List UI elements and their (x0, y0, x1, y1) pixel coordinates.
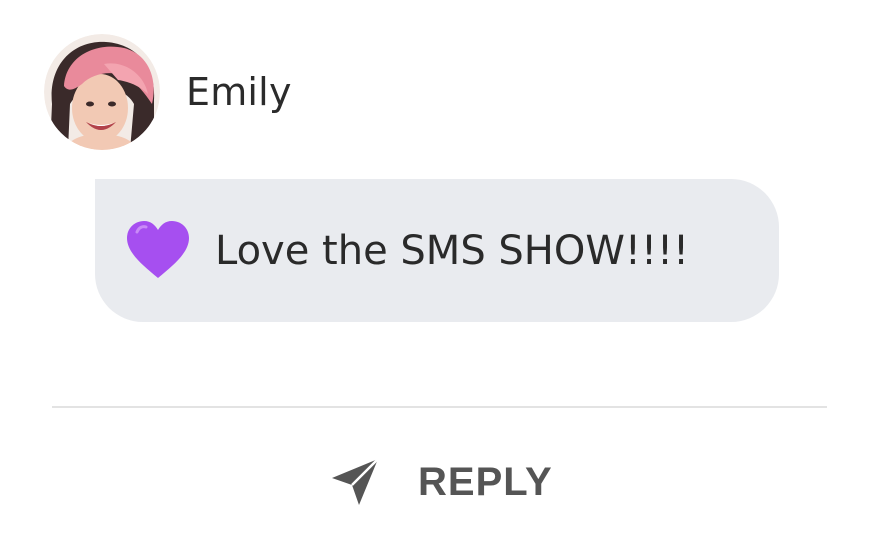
send-arrow-icon (332, 458, 379, 505)
message-bubble: Love the SMS SHOW!!!! (95, 179, 779, 322)
reply-button[interactable]: REPLY (328, 452, 553, 512)
avatar (44, 34, 160, 150)
sender-name: Emily (186, 70, 292, 114)
message-text: Love the SMS SHOW!!!! (215, 227, 690, 274)
message-card: Emily Love the SMS SHOW!!!! REPLY (0, 0, 878, 552)
message-header: Emily (44, 34, 292, 150)
purple-heart-icon (127, 220, 189, 278)
divider (52, 406, 827, 408)
reply-label: REPLY (418, 459, 553, 504)
